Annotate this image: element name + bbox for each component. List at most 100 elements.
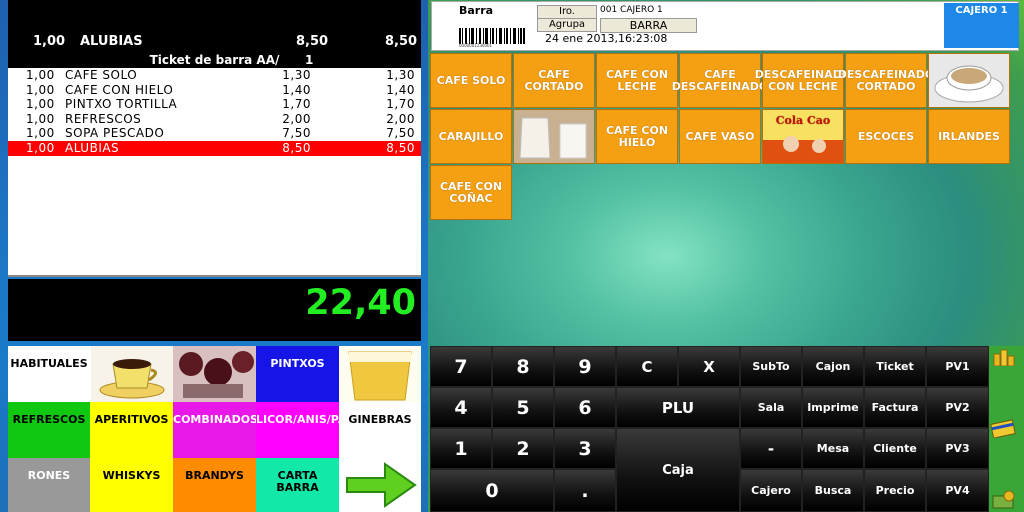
line-price: 1,30	[282, 68, 311, 82]
last-item-line: 1,00 ALUBIAS 8,50 8,50	[8, 0, 421, 53]
key-clear[interactable]: C	[616, 346, 678, 387]
product-cafe-con-hielo[interactable]: CAFE CON HIELO	[596, 109, 678, 164]
category-refrescos[interactable]: REFRESCOS	[8, 402, 90, 458]
key-9[interactable]: 9	[554, 346, 616, 387]
line-qty: 1,00	[26, 97, 55, 112]
coins-icon[interactable]	[992, 348, 1018, 367]
caja-button[interactable]: Caja	[616, 428, 740, 512]
product-escoces[interactable]: ESCOCES	[845, 109, 927, 164]
line-price: 7,50	[282, 126, 311, 141]
category-whiskys[interactable]: WHISKYS	[90, 458, 173, 512]
cola-cao-image[interactable]: Cola Cao	[762, 109, 844, 164]
line-name: CAFE CON HIELO	[65, 82, 174, 97]
line-qty: 1,00	[26, 111, 55, 126]
ticket-line[interactable]: 1,00 CAFE SOLO 1,30 1,30	[8, 68, 421, 83]
pv3-button[interactable]: PV3	[926, 428, 989, 469]
line-qty: 1,00	[26, 68, 55, 82]
category-brandys[interactable]: BRANDYS	[173, 458, 256, 512]
precio-button[interactable]: Precio	[864, 469, 926, 512]
factura-button[interactable]: Factura	[864, 387, 926, 428]
category-carta-barra[interactable]: CARTA BARRA	[256, 458, 339, 512]
minus-button[interactable]: -	[740, 428, 802, 469]
plu-button[interactable]: PLU	[616, 387, 740, 428]
line-total: 1,40	[386, 82, 415, 97]
pv1-button[interactable]: PV1	[926, 346, 989, 387]
key-4[interactable]: 4	[430, 387, 492, 428]
barra-button[interactable]: BARRA	[600, 18, 697, 33]
line-name: PINTXO TORTILLA	[65, 97, 178, 112]
sala-button[interactable]: Sala	[740, 387, 802, 428]
key-0[interactable]: 0	[430, 469, 554, 512]
key-6[interactable]: 6	[554, 387, 616, 428]
product-irlandes[interactable]: IRLANDES	[928, 109, 1010, 164]
category-rones[interactable]: RONES	[8, 458, 90, 512]
ticket-button[interactable]: Ticket	[864, 346, 926, 387]
product-descafeinado-cortado[interactable]: DESCAFEINADO CORTADO	[838, 53, 934, 108]
product-cafe-cortado[interactable]: CAFE CORTADO	[513, 53, 595, 108]
key-decimal[interactable]: .	[554, 469, 616, 512]
line-total: 1,70	[386, 97, 415, 112]
line-price: 1,40	[282, 82, 311, 97]
ticket-line[interactable]: 1,00 CAFE CON HIELO 1,40 1,40	[8, 83, 421, 98]
subtotal-button[interactable]: SubTo	[740, 346, 802, 387]
busca-button[interactable]: Busca	[802, 469, 864, 512]
category-aperitivos[interactable]: APERITIVOS	[90, 402, 173, 458]
ticket-line[interactable]: 1,00 REFRESCOS 2,00 2,00	[8, 112, 421, 127]
key-3[interactable]: 3	[554, 428, 616, 469]
product-cafe-solo[interactable]: CAFE SOLO	[430, 53, 512, 108]
coffee-cup-image[interactable]	[928, 53, 1010, 108]
mesa-button[interactable]: Mesa	[802, 428, 864, 469]
product-descafeinado-con-leche[interactable]: DESCAFEINADO CON LECHE	[755, 53, 851, 108]
cliente-button[interactable]: Cliente	[864, 428, 926, 469]
product-cafe-con-leche[interactable]: CAFE CON LECHE	[596, 53, 678, 108]
ticket-header: Ticket de barra AA/ 1	[8, 53, 421, 68]
wine-glasses-image[interactable]	[173, 346, 256, 402]
imprime-button[interactable]: Imprime	[802, 387, 864, 428]
category-ginebras[interactable]: GINEBRAS	[339, 402, 421, 458]
last-item-qty: 1,00	[33, 34, 66, 49]
product-cafe-descafeinado[interactable]: CAFE DESCAFEINADO	[672, 53, 768, 108]
key-cancel[interactable]: X	[678, 346, 740, 387]
beer-glass-image[interactable]	[339, 346, 421, 402]
ticket-number: 1	[305, 53, 314, 67]
key-5[interactable]: 5	[492, 387, 554, 428]
ticket-line-selected[interactable]: 1,00 ALUBIAS 8,50 8,50	[8, 140, 421, 156]
category-pintxos[interactable]: PINTXOS	[256, 346, 339, 402]
cola-cao-logo: Cola Cao	[776, 114, 830, 127]
category-habituales[interactable]: HABITUALES	[8, 346, 90, 402]
category-combinados[interactable]: COMBINADOS	[173, 402, 256, 458]
coffee-cup-image[interactable]	[90, 346, 173, 402]
product-cafe-vaso[interactable]: CAFE VASO	[679, 109, 761, 164]
key-2[interactable]: 2	[492, 428, 554, 469]
cashier-label: 001 CAJERO 1	[600, 5, 663, 15]
agrupa-button[interactable]: Agrupa	[537, 18, 597, 32]
line-qty: 1,00	[26, 82, 55, 97]
last-item-price: 8,50	[296, 34, 329, 49]
product-carajillo[interactable]: CARAJILLO	[430, 109, 512, 164]
arrow-right-icon[interactable]	[339, 458, 421, 512]
pv2-button[interactable]: PV2	[926, 387, 989, 428]
key-1[interactable]: 1	[430, 428, 492, 469]
milk-jug-image[interactable]	[513, 109, 595, 164]
category-licor-anis-patxaran[interactable]: LICOR/ANIS/PATXARAN	[256, 402, 339, 458]
ticket-line[interactable]: 1,00 SOPA PESCADO 7,50 7,50	[8, 126, 421, 141]
line-name: CAFE SOLO	[65, 68, 138, 82]
key-7[interactable]: 7	[430, 346, 492, 387]
pv4-button[interactable]: PV4	[926, 469, 989, 512]
ticket-line[interactable]: 1,00 PINTXO TORTILLA 1,70 1,70	[8, 97, 421, 112]
ticket-panel: Ticket de barra AA/ 1 1,00 CAFE SOLO 1,3…	[8, 53, 421, 277]
line-price: 2,00	[282, 111, 311, 126]
line-total: 8,50	[386, 140, 415, 155]
header-panel: Barra 0000001230001 Iro. Agrupa 001 CAJE…	[431, 1, 1019, 51]
credit-card-icon[interactable]	[990, 418, 1018, 439]
cajero-button[interactable]: Cajero	[740, 469, 802, 512]
cash-icon[interactable]	[991, 490, 1017, 510]
product-cafe-con-conac[interactable]: CAFE CON COÑAC	[430, 165, 512, 220]
barcode-text: 0000001230001	[459, 43, 493, 48]
cajero-indicator[interactable]: CAJERO 1	[944, 3, 1019, 48]
key-8[interactable]: 8	[492, 346, 554, 387]
line-price: 8,50	[282, 140, 311, 155]
line-qty: 1,00	[26, 126, 55, 141]
cajon-button[interactable]: Cajon	[802, 346, 864, 387]
iro-button[interactable]: Iro.	[537, 5, 597, 19]
